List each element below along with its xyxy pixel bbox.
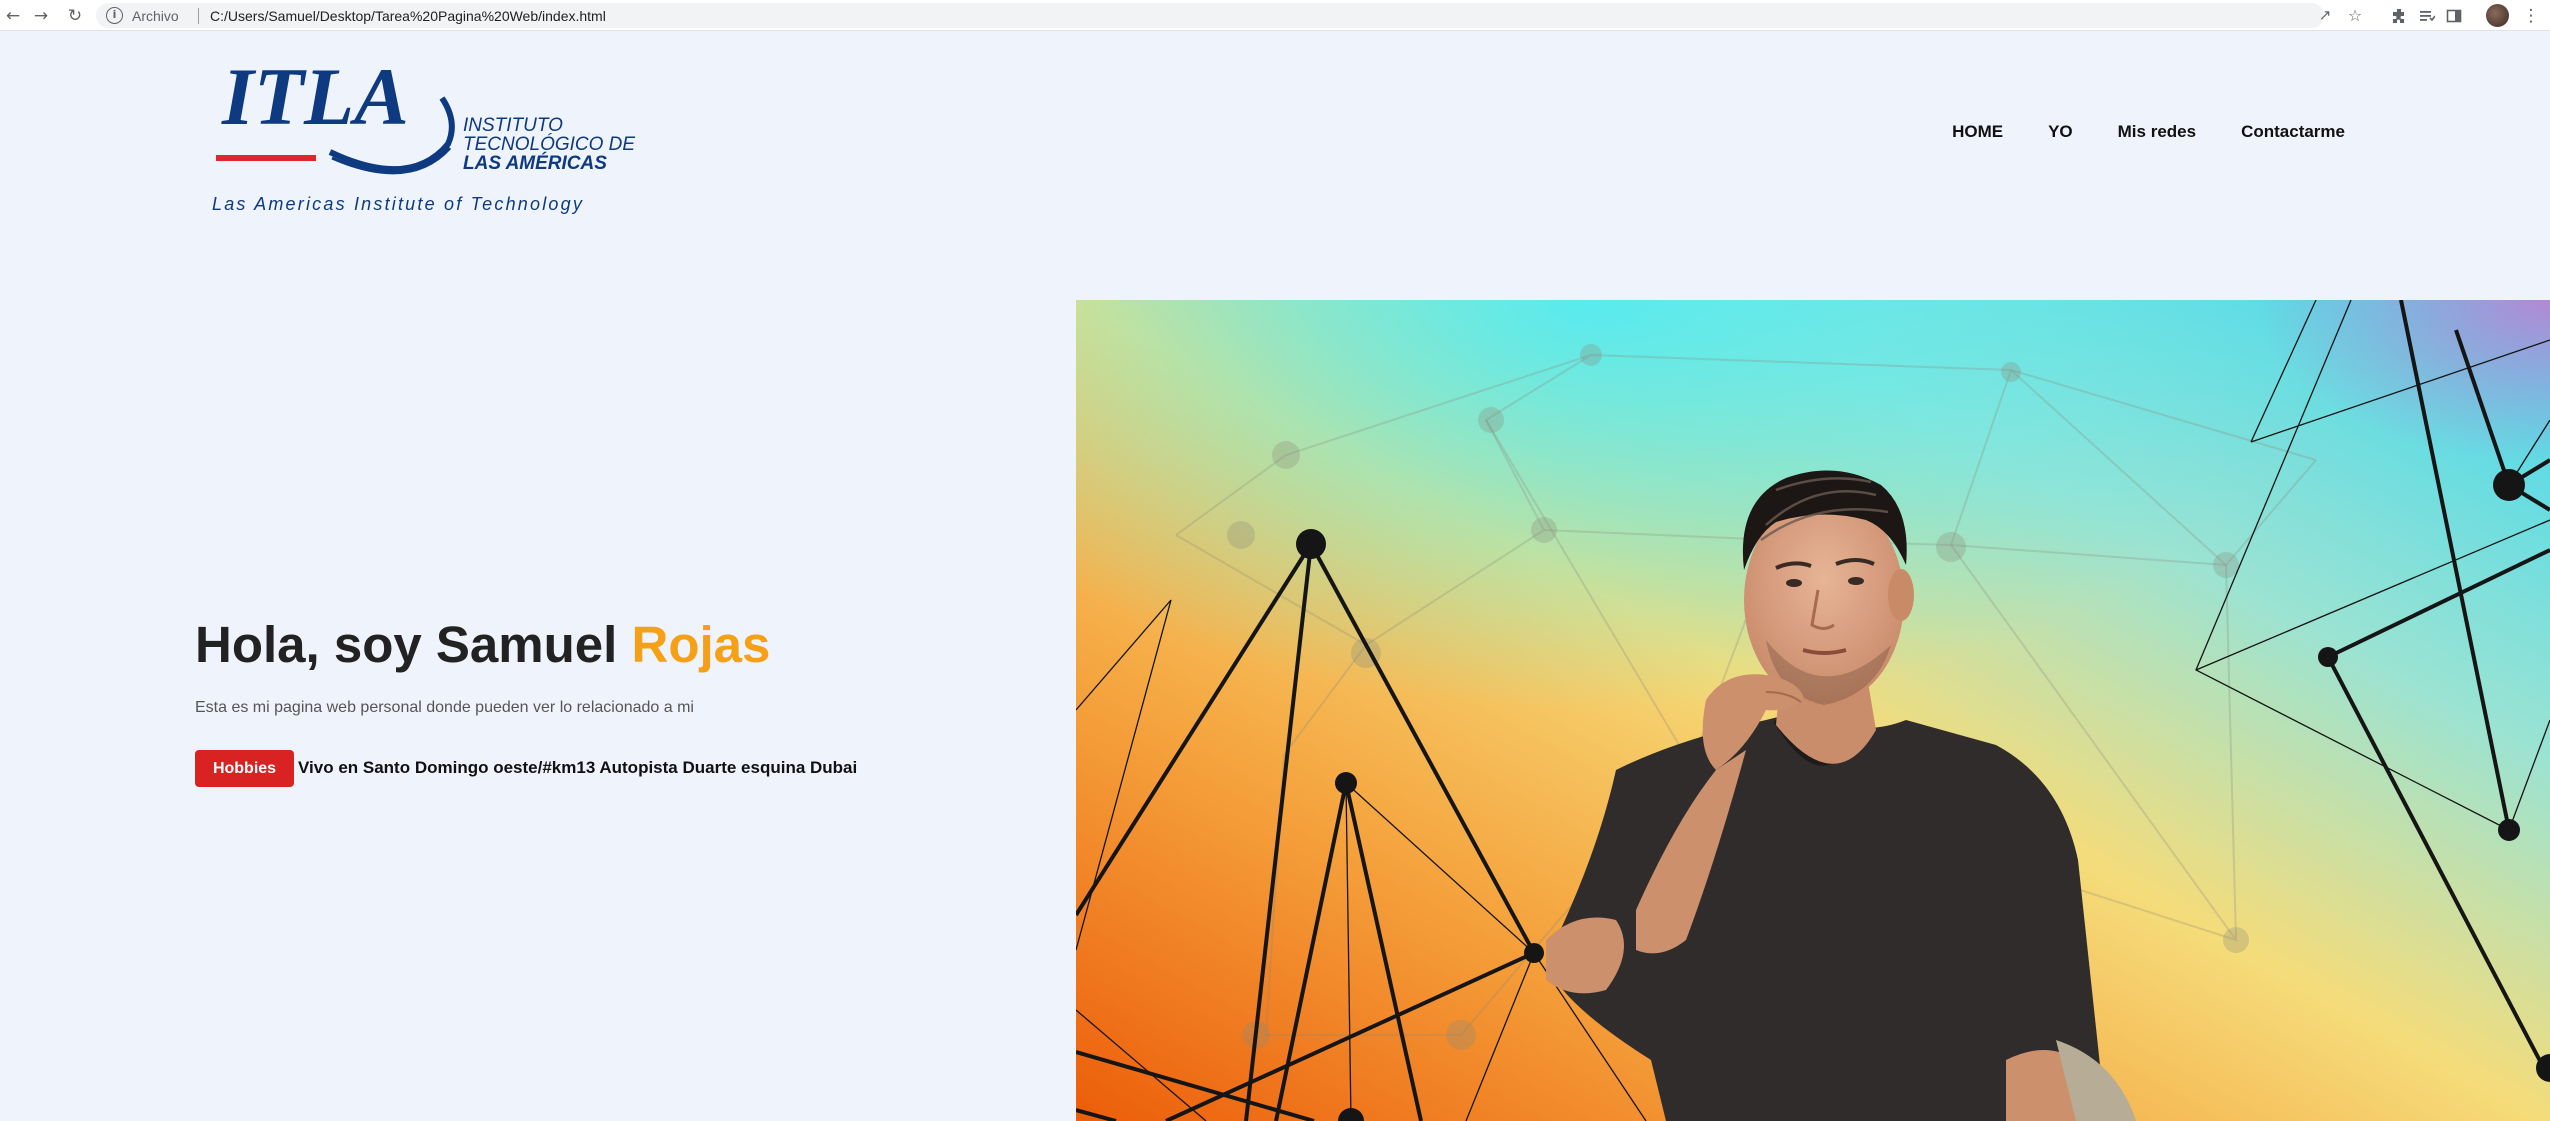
omnibox-divider bbox=[198, 8, 199, 24]
logo-line1: INSTITUTO bbox=[463, 115, 563, 136]
logo-tagline: Las Americas Institute of Technology bbox=[212, 194, 584, 214]
hero-title: Hola, soy Samuel Rojas bbox=[195, 615, 770, 674]
logo-line3: LAS AMÉRICAS bbox=[463, 152, 607, 174]
info-icon[interactable]: i bbox=[106, 7, 123, 24]
hero-title-accent: Rojas bbox=[631, 616, 771, 673]
nav-contactarme[interactable]: Contactarme bbox=[2241, 122, 2345, 142]
address-bar[interactable]: i Archivo C:/Users/Samuel/Desktop/Tarea%… bbox=[96, 3, 2362, 28]
itla-logo[interactable]: ITLA INSTITUTO TECNOLÓGICO DE LAS AMÉRIC… bbox=[210, 51, 640, 222]
main-nav: HOME YO Mis redes Contactarme bbox=[1907, 122, 2345, 142]
browser-toolbar: ← → ↻ i Archivo C:/Users/Samuel/Desktop/… bbox=[0, 0, 2550, 31]
extensions-icon[interactable] bbox=[2388, 5, 2410, 27]
star-icon[interactable]: ☆ bbox=[2344, 4, 2366, 26]
kebab-menu-icon[interactable]: ⋮ bbox=[2520, 5, 2542, 27]
profile-avatar[interactable] bbox=[2486, 4, 2509, 27]
hero-subtitle: Esta es mi pagina web personal donde pue… bbox=[195, 699, 694, 716]
profile-photo bbox=[1076, 300, 2550, 1121]
share-icon[interactable]: ↗ bbox=[2314, 4, 2336, 26]
url-text[interactable]: C:/Users/Samuel/Desktop/Tarea%20Pagina%2… bbox=[210, 8, 606, 24]
nav-mis-redes[interactable]: Mis redes bbox=[2118, 122, 2196, 142]
scheme-label: Archivo bbox=[132, 8, 179, 24]
reading-list-icon[interactable] bbox=[2416, 5, 2438, 27]
logo-line2: TECNOLÓGICO DE bbox=[463, 133, 635, 155]
address-text: Vivo en Santo Domingo oeste/#km13 Autopi… bbox=[298, 758, 858, 777]
nav-yo[interactable]: YO bbox=[2048, 122, 2073, 142]
hobbies-button[interactable]: Hobbies bbox=[195, 750, 294, 787]
hero-title-name: Hola, soy Samuel bbox=[195, 616, 632, 673]
forward-arrow-icon[interactable]: → bbox=[30, 5, 52, 27]
nav-home[interactable]: HOME bbox=[1952, 122, 2003, 142]
side-panel-icon[interactable] bbox=[2443, 5, 2465, 27]
back-arrow-icon[interactable]: ← bbox=[2, 5, 24, 27]
reload-icon[interactable]: ↻ bbox=[64, 5, 86, 27]
logo-wordmark: ITLA bbox=[221, 62, 409, 142]
